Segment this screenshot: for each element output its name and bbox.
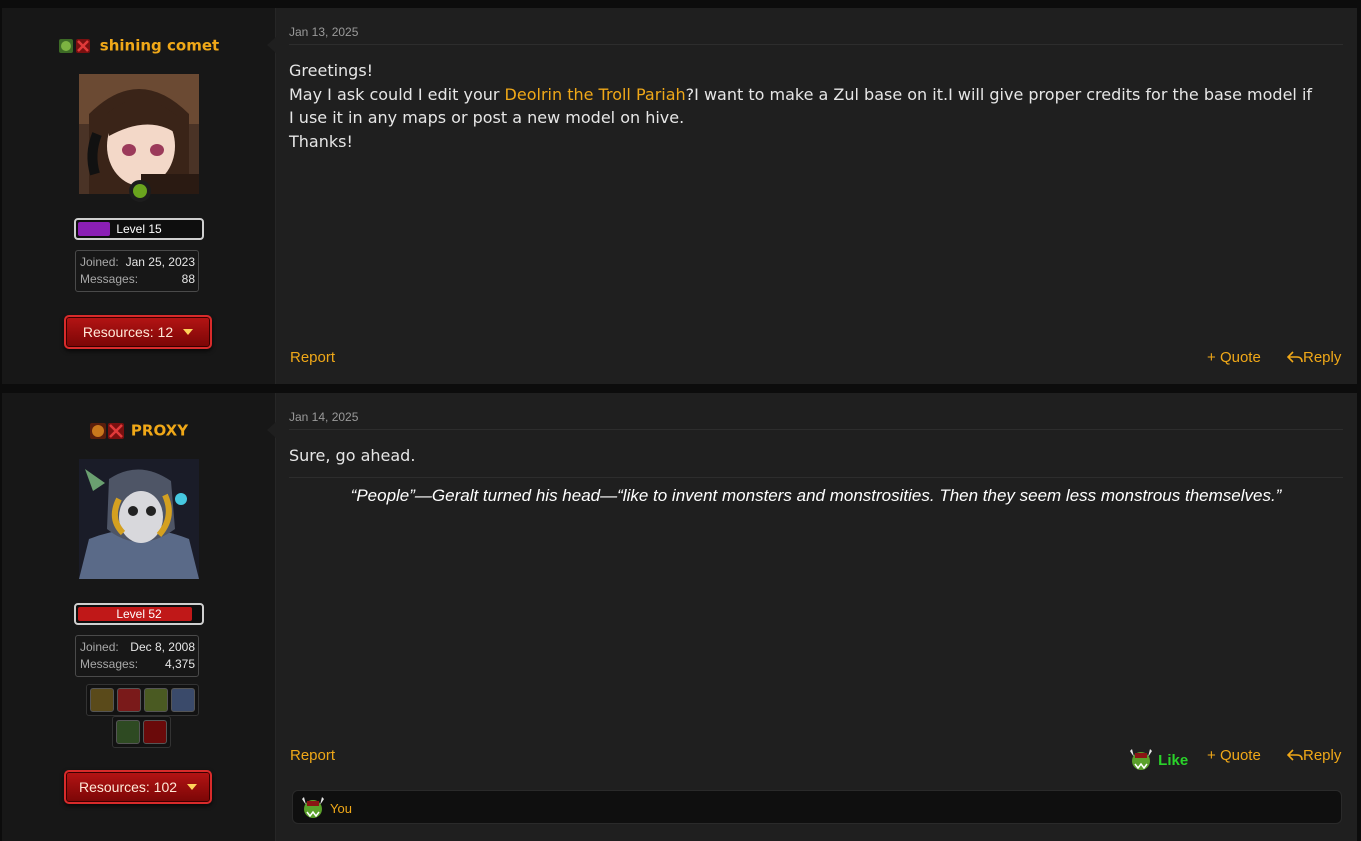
username[interactable]: PROXY bbox=[131, 422, 188, 440]
demon-rank-icon bbox=[89, 423, 124, 439]
divider bbox=[289, 44, 1343, 45]
undead-avatar-image bbox=[79, 459, 199, 579]
resources-label: Resources: 12 bbox=[82, 324, 174, 340]
reply-label: Reply bbox=[1303, 349, 1342, 366]
body-paragraph: May I ask could I edit your Deolrin the … bbox=[289, 83, 1319, 130]
message-post: PROXY Level 52 Joined: Dec 8, 2008 Messag… bbox=[2, 393, 1357, 841]
user-stats: Joined: Jan 25, 2023 Messages: 88 bbox=[75, 250, 199, 292]
post-date[interactable]: Jan 13, 2025 bbox=[289, 25, 358, 39]
username-row: shining comet bbox=[2, 36, 275, 56]
avatar[interactable] bbox=[79, 459, 199, 579]
message-post: shining comet Level 15 Joined: Jan 25, 20… bbox=[2, 8, 1357, 384]
reactions-users[interactable]: You bbox=[330, 801, 352, 816]
report-link[interactable]: Report bbox=[290, 747, 335, 764]
user-info-column: shining comet Level 15 Joined: Jan 25, 20… bbox=[2, 8, 276, 384]
body-line: Greetings! bbox=[289, 61, 374, 80]
caret-down-icon bbox=[183, 329, 194, 335]
joined-date: Dec 8, 2008 bbox=[130, 640, 195, 654]
level-progress-fill bbox=[78, 222, 110, 236]
anime-avatar-image bbox=[79, 74, 199, 194]
like-label: Like bbox=[1158, 752, 1189, 769]
caret-down-icon bbox=[187, 784, 198, 790]
level-badge: Level 52 bbox=[74, 603, 204, 625]
report-link[interactable]: Report bbox=[290, 349, 335, 366]
reply-label: Reply bbox=[1303, 747, 1342, 764]
plus-icon: + bbox=[1207, 349, 1216, 366]
mm-trophy-icon[interactable] bbox=[90, 688, 114, 712]
user-info-column: PROXY Level 52 Joined: Dec 8, 2008 Messag… bbox=[2, 393, 276, 841]
body-line: Thanks! bbox=[289, 131, 353, 151]
reactions-bar[interactable]: You bbox=[292, 790, 1342, 824]
joined-label: Joined: bbox=[80, 255, 119, 269]
post-body: Sure, go ahead. bbox=[289, 446, 416, 465]
joined-date: Jan 25, 2023 bbox=[125, 255, 195, 269]
trophy-row bbox=[86, 684, 199, 716]
post-pointer-arrow bbox=[267, 36, 277, 54]
reply-icon bbox=[1286, 749, 1303, 761]
body-text-part: May I ask could I edit your bbox=[289, 84, 505, 104]
user-stats: Joined: Dec 8, 2008 Messages: 4,375 bbox=[75, 635, 199, 677]
post-pointer-arrow bbox=[267, 421, 277, 439]
plus-icon: + bbox=[1207, 747, 1216, 764]
post-date[interactable]: Jan 14, 2025 bbox=[289, 410, 358, 424]
ring-trophy-icon[interactable] bbox=[143, 720, 167, 744]
online-status-icon bbox=[129, 180, 151, 202]
trophy-row bbox=[112, 716, 171, 748]
resources-label: Resources: 102 bbox=[78, 779, 178, 795]
resources-button[interactable]: Resources: 12 bbox=[64, 315, 212, 349]
joined-label: Joined: bbox=[80, 640, 119, 654]
level-badge: Level 15 bbox=[74, 218, 204, 240]
orc-like-icon bbox=[302, 797, 324, 818]
messages-count[interactable]: 4,375 bbox=[165, 657, 195, 674]
level-label: Level 15 bbox=[116, 222, 162, 236]
divider bbox=[289, 429, 1343, 430]
goblin-trophy-icon[interactable] bbox=[144, 688, 168, 712]
level-label: Level 52 bbox=[116, 607, 162, 621]
model-link[interactable]: Deolrin the Troll Pariah bbox=[505, 85, 686, 104]
signature-divider bbox=[289, 477, 1343, 478]
username-row: PROXY bbox=[2, 421, 275, 441]
post-content: Jan 13, 2025 Greetings! May I ask could … bbox=[289, 8, 1343, 384]
post-content: Jan 14, 2025 Sure, go ahead. “People”—Ge… bbox=[289, 393, 1343, 841]
quote-label: Quote bbox=[1219, 349, 1261, 366]
quote-button[interactable]: + Quote bbox=[1207, 349, 1261, 366]
username[interactable]: shining comet bbox=[100, 37, 219, 55]
orc-rank-icon bbox=[58, 39, 90, 53]
like-button[interactable]: Like bbox=[1128, 747, 1188, 771]
reply-button[interactable]: Reply bbox=[1286, 349, 1342, 366]
knight-trophy-icon[interactable] bbox=[171, 688, 195, 712]
messages-count[interactable]: 88 bbox=[182, 272, 195, 289]
messages-label: Messages: bbox=[80, 272, 139, 286]
reply-icon bbox=[1286, 351, 1303, 363]
orc-like-icon bbox=[1130, 749, 1152, 770]
masks-trophy-icon[interactable] bbox=[117, 688, 141, 712]
reply-button[interactable]: Reply bbox=[1286, 747, 1342, 764]
resources-button[interactable]: Resources: 102 bbox=[64, 770, 212, 804]
quote-label: Quote bbox=[1219, 747, 1261, 764]
avatar[interactable] bbox=[79, 74, 199, 194]
signature-quote: “People”—Geralt turned his head—“like to… bbox=[350, 486, 1282, 505]
orc-trophy-icon[interactable] bbox=[116, 720, 140, 744]
post-body: Greetings! May I ask could I edit your D… bbox=[289, 59, 1319, 153]
quote-button[interactable]: + Quote bbox=[1207, 747, 1261, 764]
messages-label: Messages: bbox=[80, 657, 139, 671]
